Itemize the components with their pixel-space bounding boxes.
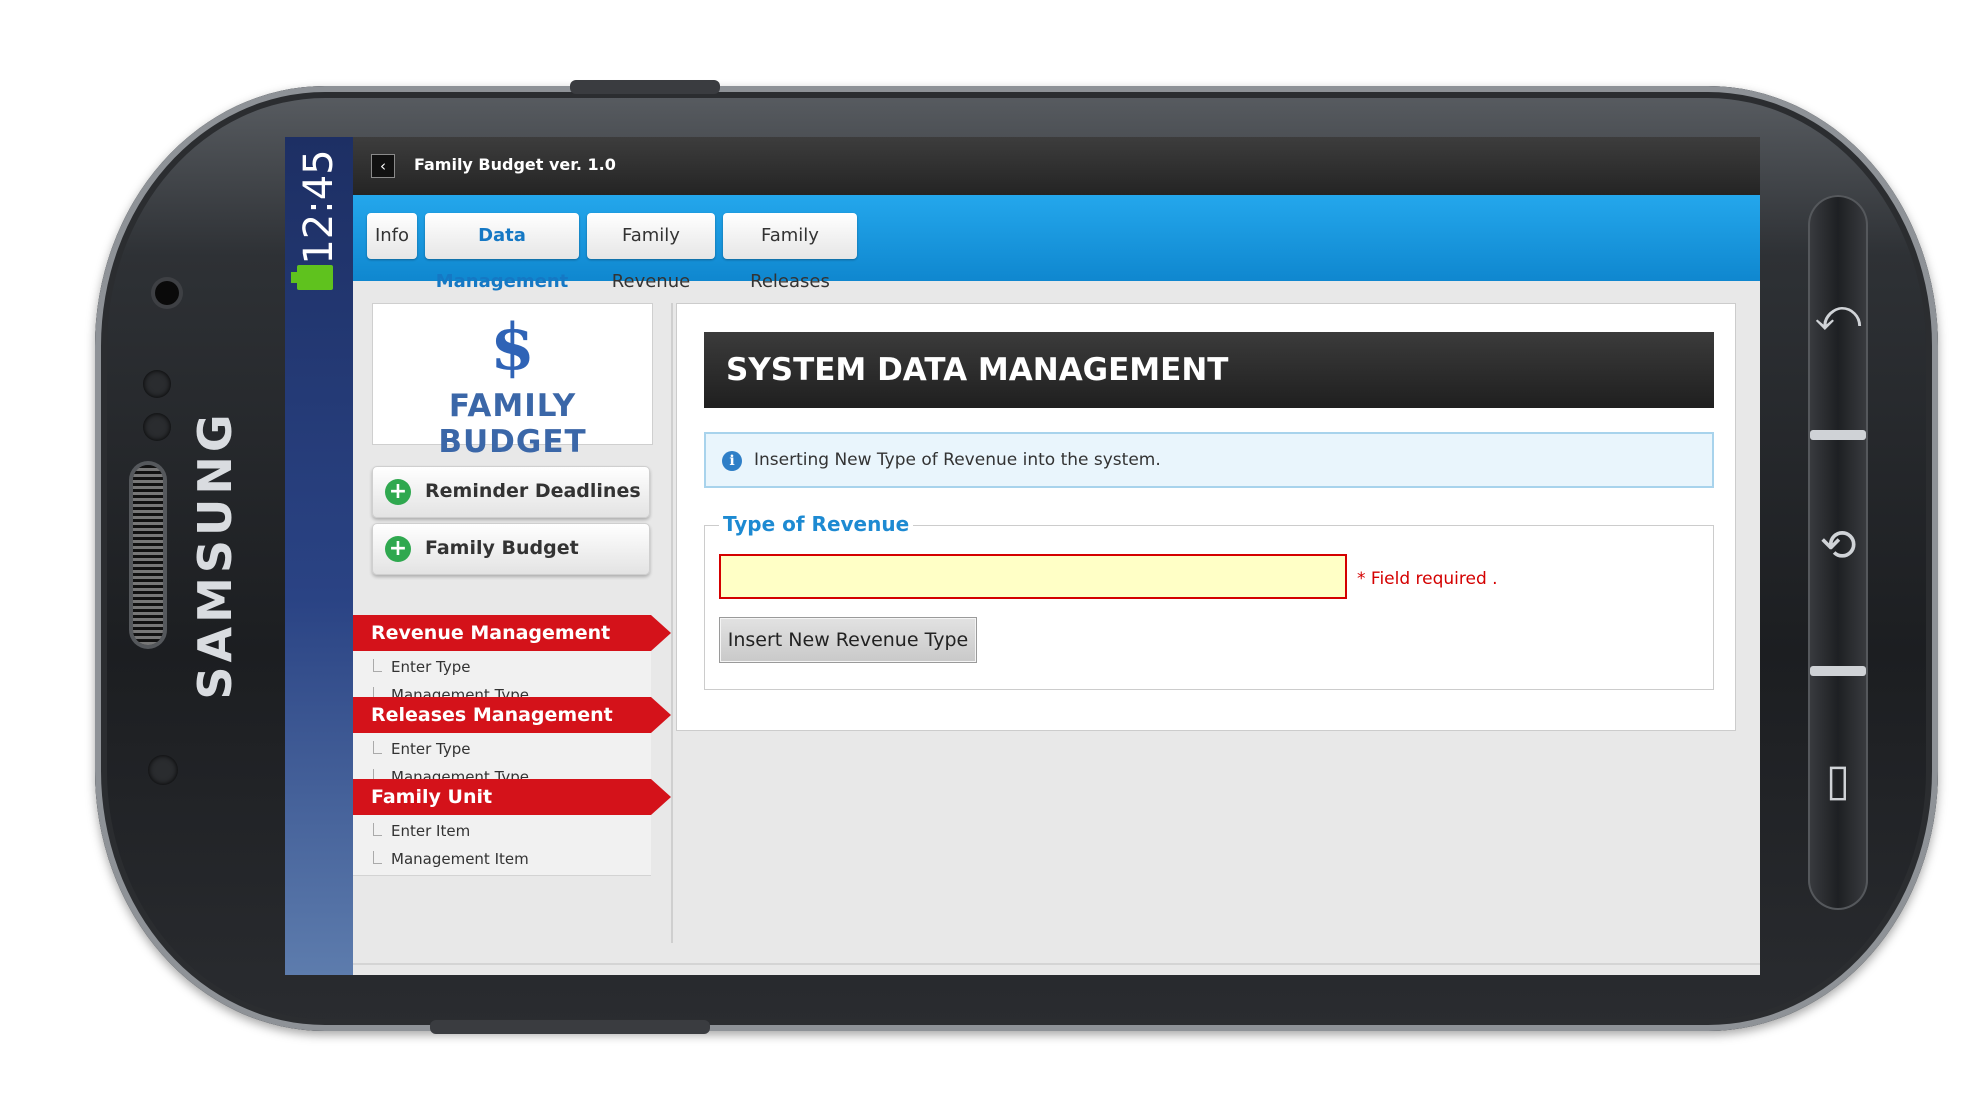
- menu-item-label: Enter Item: [391, 822, 471, 840]
- menu-section-revenue-management-type[interactable]: Revenue Management Type: [353, 615, 671, 680]
- tab-family-revenue[interactable]: Family Revenue: [587, 213, 715, 292]
- page-title: SYSTEM DATA MANAGEMENT: [704, 332, 1714, 408]
- tab-info[interactable]: Info: [367, 213, 417, 259]
- button-label: Family Budget: [425, 537, 579, 559]
- button-label: Reminder Deadlines: [425, 480, 641, 502]
- status-bar: 12:45: [285, 137, 353, 975]
- proximity-sensor: [143, 370, 171, 398]
- field-required-message: * Field required .: [1357, 569, 1498, 589]
- family-budget-button[interactable]: + Family Budget: [372, 523, 650, 575]
- hardware-key-divider: [1810, 430, 1866, 440]
- app-logo: $ FAMILY BUDGET: [372, 303, 653, 460]
- revenue-type-fieldset: Type of Revenue * Field required . Inser…: [704, 512, 1714, 690]
- menu-section-releases-management-type[interactable]: Releases Management Type: [353, 697, 671, 762]
- earpiece-speaker: [133, 465, 163, 645]
- app-window: ‹ Family Budget ver. 1.0 Info Data Manag…: [353, 137, 1760, 975]
- logo-text: FAMILY BUDGET: [438, 388, 587, 460]
- title-bar: ‹ Family Budget ver. 1.0: [353, 137, 1760, 195]
- tab-data-management[interactable]: Data Management: [425, 213, 579, 292]
- front-camera: [155, 281, 179, 305]
- rotate-key-icon[interactable]: ⟲: [1812, 520, 1864, 571]
- device-screen: 12:45 ‹ Family Budget ver. 1.0 Info Data…: [285, 137, 1760, 975]
- reminder-deadlines-button[interactable]: + Reminder Deadlines: [372, 466, 650, 518]
- tree-branch-icon: [373, 741, 382, 754]
- brand-logo: SAMSUNG: [188, 410, 242, 700]
- menu-key-icon[interactable]: ▯: [1812, 755, 1864, 806]
- menu-section-family-unit[interactable]: Family Unit: [353, 779, 671, 815]
- info-message: i Inserting New Type of Revenue into the…: [704, 432, 1714, 488]
- menu-item-label: Enter Type: [391, 658, 471, 676]
- plus-icon: +: [385, 536, 411, 562]
- dollar-icon: $: [490, 310, 535, 385]
- light-sensor: [143, 413, 171, 441]
- main-panel: SYSTEM DATA MANAGEMENT i Inserting New T…: [676, 303, 1736, 731]
- info-text: Inserting New Type of Revenue into the s…: [754, 450, 1161, 470]
- plus-icon: +: [385, 479, 411, 505]
- battery-icon: [291, 265, 333, 290]
- app-title: Family Budget ver. 1.0: [414, 155, 616, 174]
- tree-branch-icon: [373, 823, 382, 836]
- hardware-key-divider: [1810, 666, 1866, 676]
- tab-bar: Info Data Management Family Revenue Fami…: [353, 195, 1760, 292]
- home-sensor: [148, 755, 178, 785]
- sidebar-divider: [671, 303, 673, 943]
- info-icon: i: [722, 451, 742, 471]
- fieldset-legend: Type of Revenue: [719, 512, 914, 536]
- insert-revenue-type-button[interactable]: Insert New Revenue Type: [719, 617, 977, 663]
- power-button: [570, 80, 720, 94]
- bottom-divider: [353, 963, 1760, 965]
- menu-item-family-management-item[interactable]: Management Item: [353, 843, 651, 876]
- back-key-icon[interactable]: ⤺: [1812, 290, 1864, 341]
- status-clock: 12:45: [296, 149, 342, 265]
- back-button[interactable]: ‹: [371, 154, 395, 178]
- volume-button: [430, 1020, 710, 1034]
- tab-family-releases[interactable]: Family Releases: [723, 213, 857, 292]
- tree-branch-icon: [373, 851, 382, 864]
- tree-branch-icon: [373, 659, 382, 672]
- menu-item-label: Management Item: [391, 850, 529, 868]
- revenue-type-input[interactable]: [719, 554, 1347, 599]
- chevron-left-icon: ‹: [380, 157, 386, 175]
- menu-item-label: Enter Type: [391, 740, 471, 758]
